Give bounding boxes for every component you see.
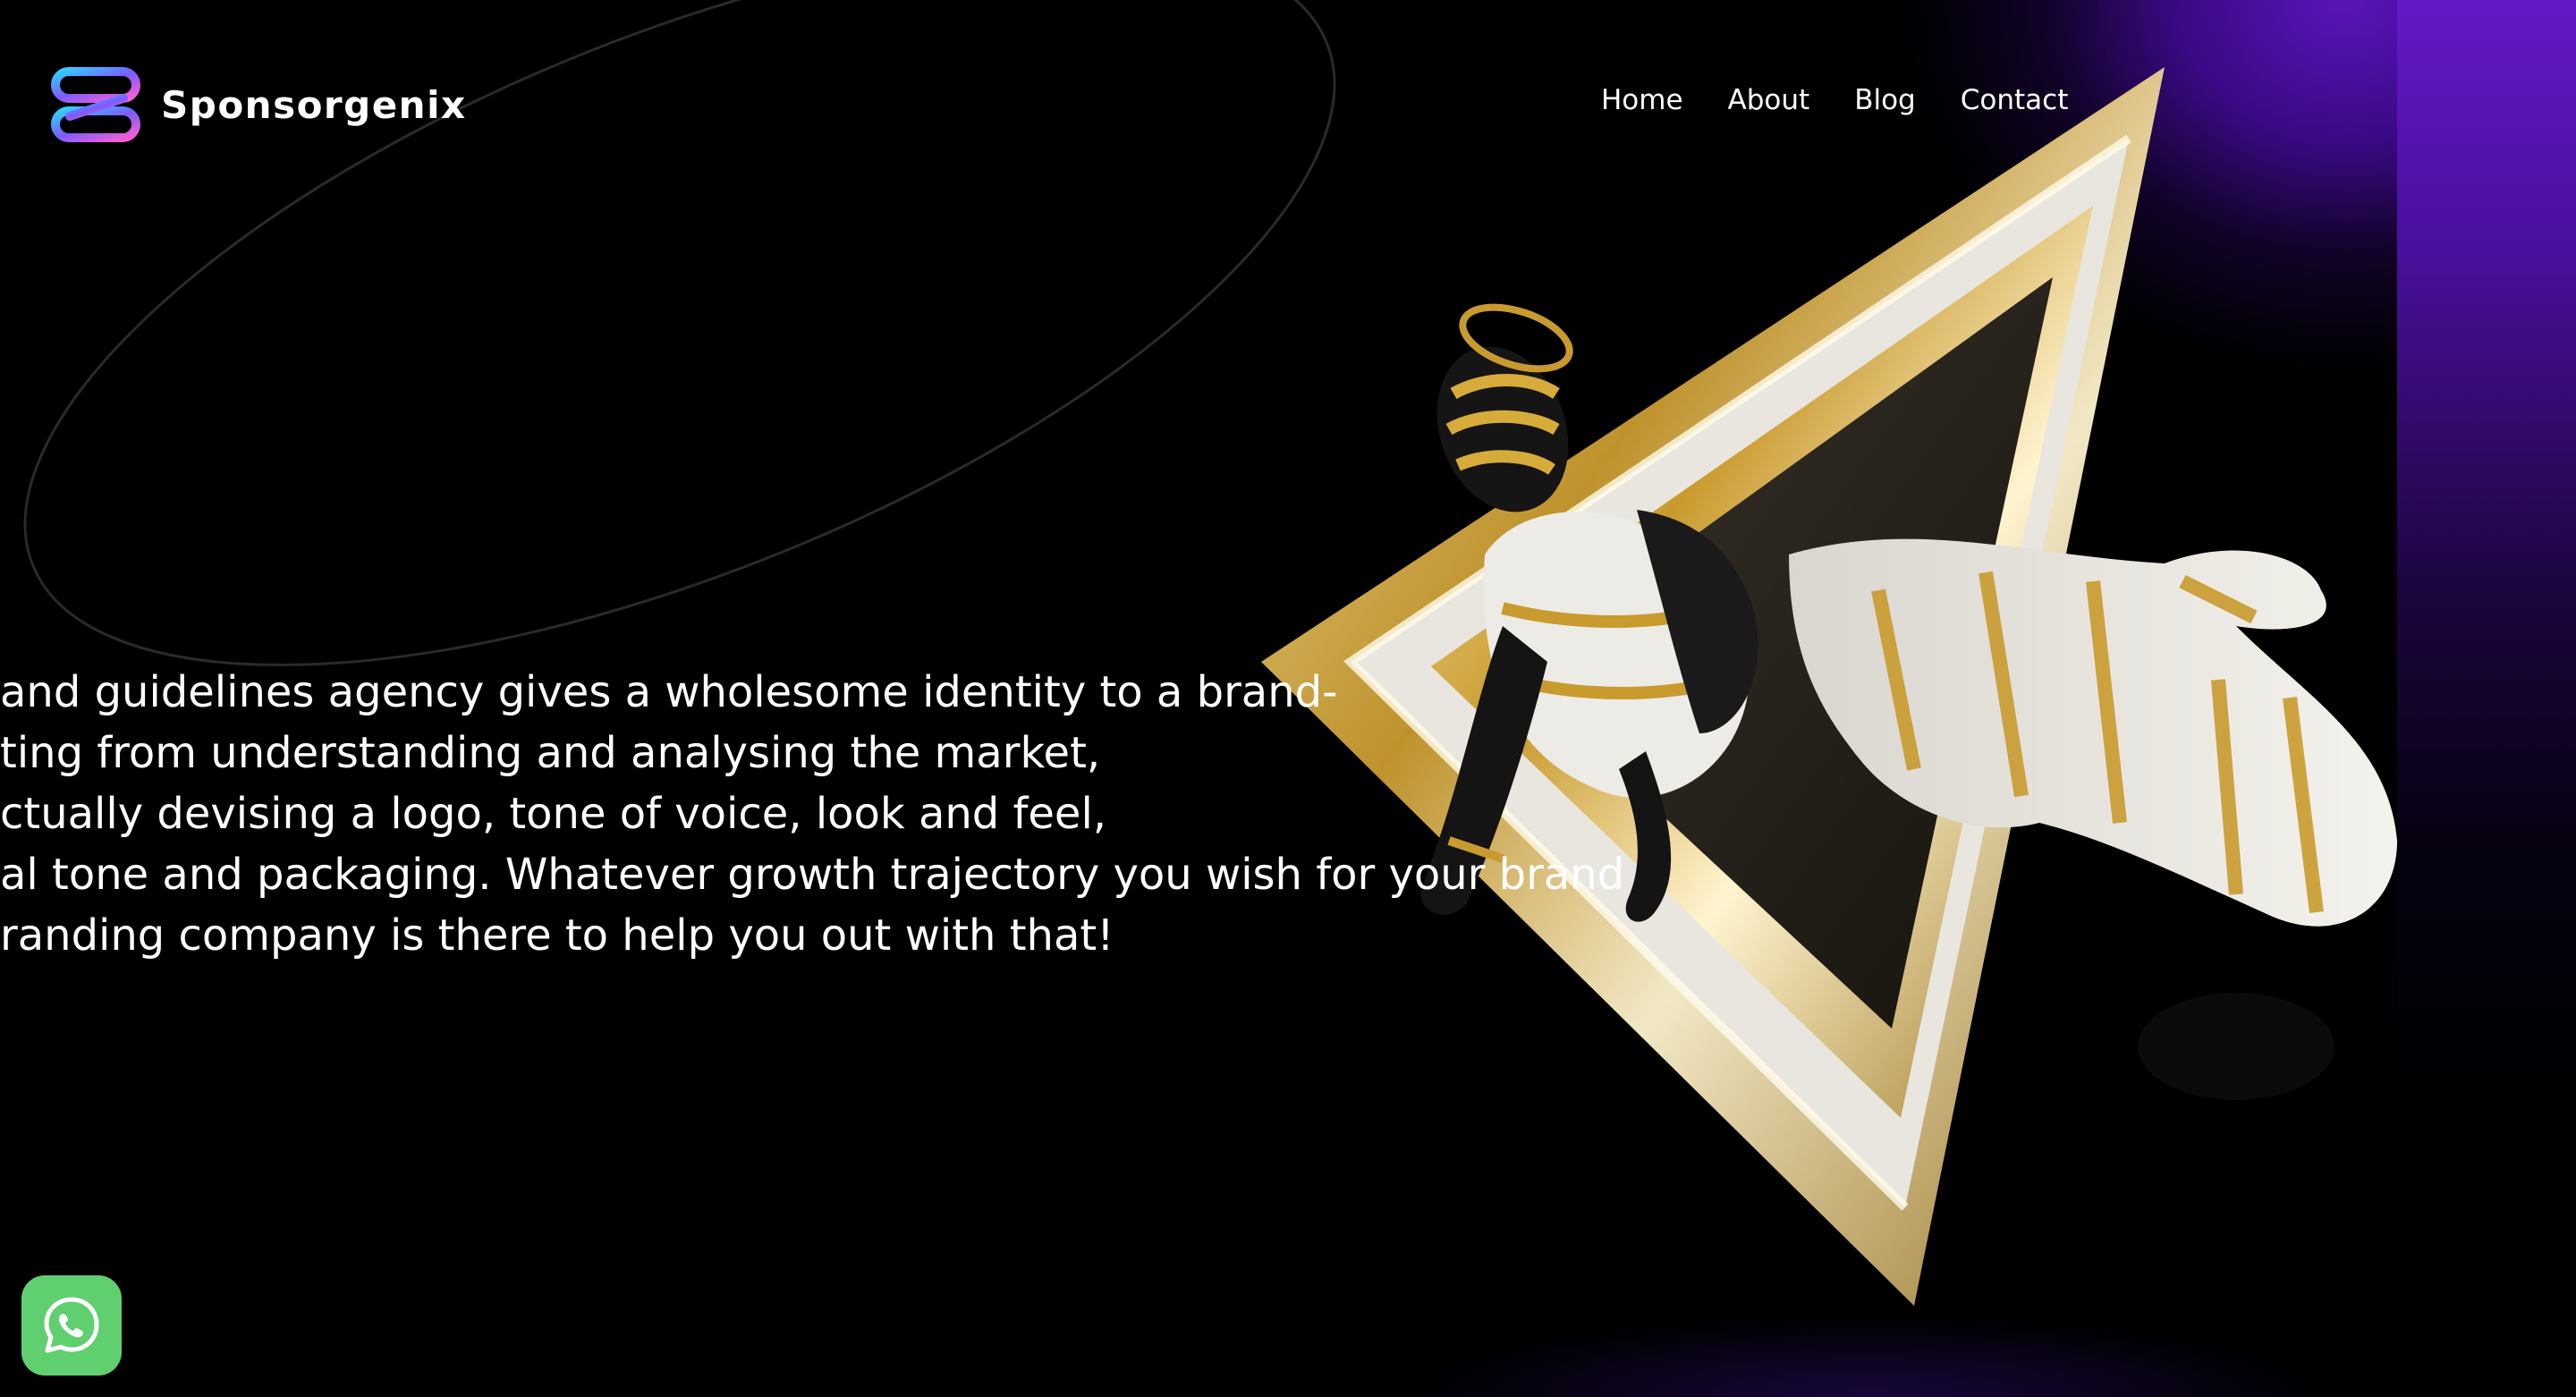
hero-line: al tone and packaging. Whatever growth t… xyxy=(0,850,1625,900)
hero-line: and guidelines agency gives a wholesome … xyxy=(0,667,1338,717)
landing-page: Sponsorgenix Home About Blog Contact and… xyxy=(0,0,2576,1397)
whatsapp-button[interactable] xyxy=(21,1275,122,1376)
hero-line: randing company is there to help you out… xyxy=(0,910,1114,961)
hero-line: ting from understanding and analysing th… xyxy=(0,728,1101,778)
whatsapp-icon xyxy=(44,1297,99,1353)
bottom-glow xyxy=(1073,1315,2397,1397)
purple-side-band xyxy=(2397,0,2576,1397)
hero-line: ctually devising a logo, tone of voice, … xyxy=(0,789,1107,839)
brand-logo[interactable]: Sponsorgenix xyxy=(50,66,467,143)
hero-description: and guidelines agency gives a wholesome … xyxy=(0,662,1625,966)
sponsorgenix-logo-icon xyxy=(51,67,140,142)
brand-name: Sponsorgenix xyxy=(161,82,467,127)
